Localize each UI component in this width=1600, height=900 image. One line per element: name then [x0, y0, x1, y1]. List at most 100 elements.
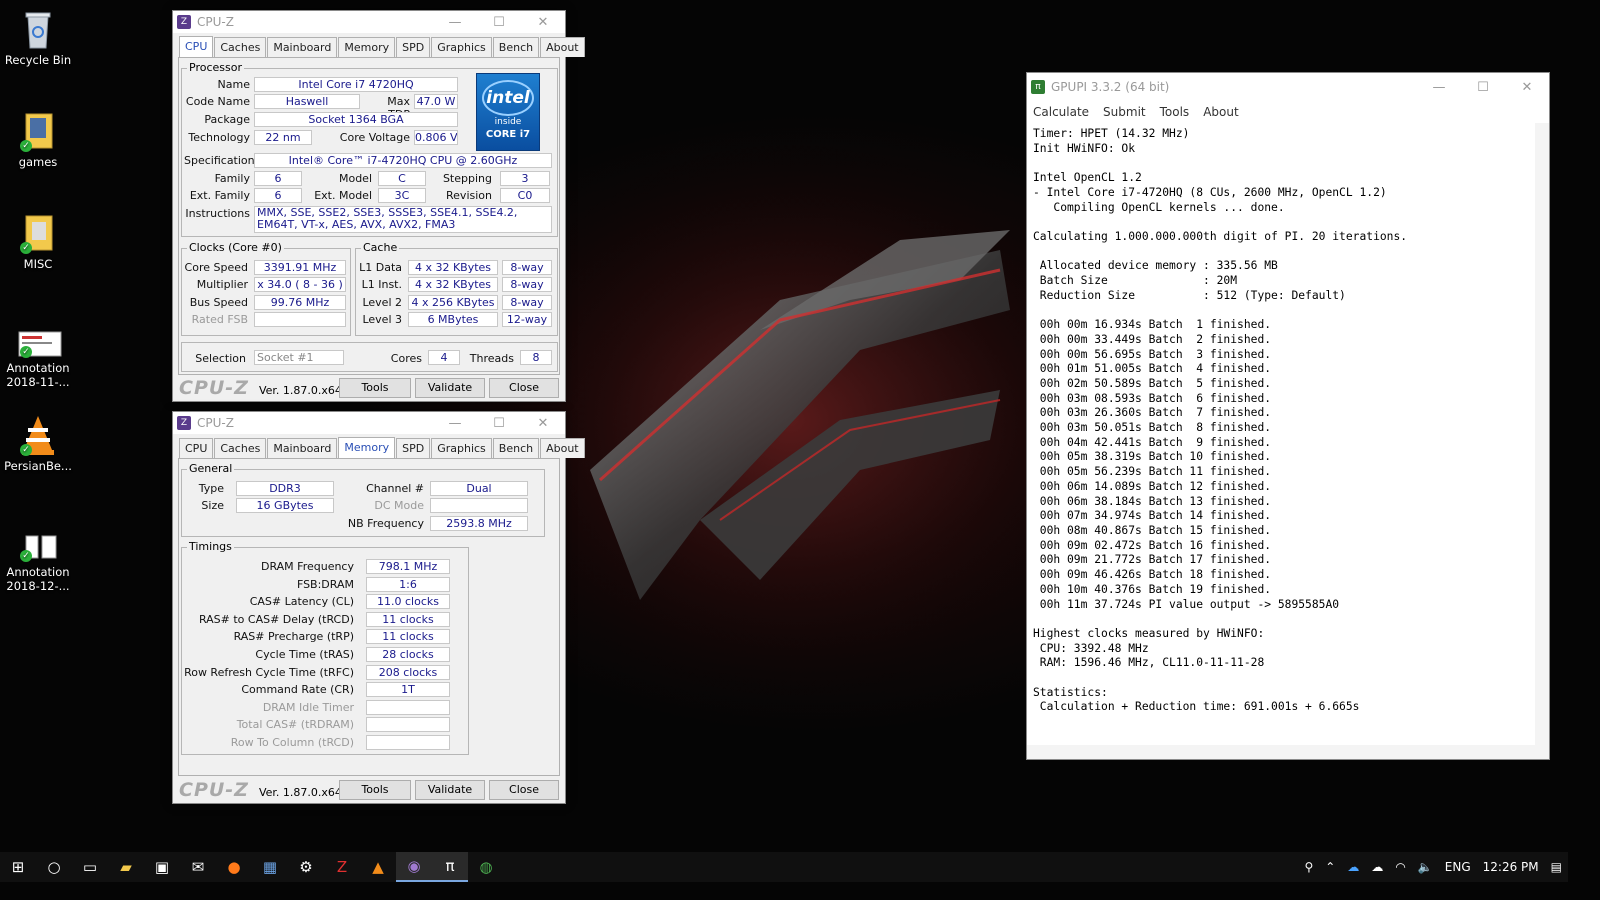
timing-value [366, 717, 450, 733]
firefox-icon[interactable]: ● [216, 852, 252, 882]
vertical-scrollbar[interactable] [1535, 123, 1549, 745]
specification-value: Intel® Core™ i7-4720HQ CPU @ 2.60GHz [254, 153, 552, 168]
system-tray: ⚲ ⌃ ☁ ☁ ◠ 🔈 ENG 12:26 PM ▤ [1299, 860, 1569, 874]
threads-value: 8 [520, 350, 552, 365]
task-view-icon[interactable]: ▭ [72, 852, 108, 882]
notifications-icon[interactable]: ▤ [1551, 860, 1562, 874]
timings-group: Timings DRAM Frequency 798.1 MHz FSB:DRAM 1… [181, 540, 469, 755]
max-tdp-value: 47.0 W [414, 94, 458, 109]
tab-mainboard[interactable]: Mainboard [267, 37, 338, 57]
timing-label: Cycle Time (tRAS) [255, 648, 354, 661]
chevron-up-icon[interactable]: ⌃ [1325, 860, 1335, 874]
close-button[interactable]: Close [489, 780, 559, 800]
taskbar: ⊞ ○ ▭ ▰ ▣ ✉ ● ▦ ⚙ Z ▲ ◉ π ◍ ⚲ ⌃ ☁ ☁ ◠ 🔈 … [0, 852, 1568, 882]
log-line: 00h 09m 02.472s Batch 16 finished. [1033, 538, 1272, 552]
timing-value: 1T [366, 682, 450, 698]
wifi-icon[interactable]: ◠ [1395, 860, 1405, 874]
log-line: 00h 10m 40.376s Batch 19 finished. [1033, 582, 1272, 596]
language-indicator[interactable]: ENG [1445, 860, 1471, 874]
vlc-icon[interactable]: ▲ [360, 852, 396, 882]
cpuz-app-icon: Z [177, 416, 191, 430]
timing-label: Command Rate (CR) [241, 683, 354, 697]
file-explorer-icon[interactable]: ▰ [108, 852, 144, 882]
cpuz-titlebar[interactable]: Z CPU-Z — ☐ ✕ [173, 412, 565, 434]
cpuz-titlebar[interactable]: Z CPU-Z — ☐ ✕ [173, 11, 565, 33]
tab-about[interactable]: About [540, 37, 585, 57]
menu-submit[interactable]: Submit [1103, 105, 1146, 119]
desktop-icon-annotation-1[interactable]: ✓ Annotation 2018-11-... [4, 328, 72, 389]
image-file-icon: ✓ [18, 328, 62, 358]
close-window-button[interactable]: ✕ [521, 15, 565, 30]
tab-memory[interactable]: Memory [338, 437, 396, 458]
tab-about[interactable]: About [540, 438, 585, 458]
clock[interactable]: 12:26 PM [1483, 860, 1539, 874]
tab-cpu[interactable]: CPU [179, 36, 214, 57]
desktop-icon-misc[interactable]: ✓ MISC [4, 212, 72, 271]
maximize-button[interactable]: ☐ [477, 15, 521, 30]
log-line: 00h 06m 14.089s Batch 12 finished. [1033, 479, 1272, 493]
close-button[interactable]: Close [489, 378, 559, 398]
validate-button[interactable]: Validate [415, 780, 485, 800]
gpupi-icon[interactable]: π [432, 852, 468, 882]
log-line: Calculation + Reduction time: 691.001s +… [1033, 700, 1360, 714]
tool-icon[interactable]: ⚙ [288, 852, 324, 882]
search-icon[interactable]: ○ [36, 852, 72, 882]
tab-spd[interactable]: SPD [396, 37, 431, 57]
people-icon[interactable]: ⚲ [1305, 860, 1314, 874]
cloud-icon[interactable]: ☁ [1371, 860, 1383, 874]
maximize-button[interactable]: ☐ [1461, 80, 1505, 95]
menu-about[interactable]: About [1203, 105, 1238, 119]
gpupi-log-output: Timer: HPET (14.32 MHz) Init HWiNFO: Ok … [1033, 127, 1533, 715]
rated-fsb-value [254, 312, 346, 327]
close-window-button[interactable]: ✕ [1505, 80, 1549, 95]
minimize-button[interactable]: — [433, 15, 477, 30]
tab-caches[interactable]: Caches [214, 37, 267, 57]
gpupi-titlebar[interactable]: π GPUPI 3.3.2 (64 bit) — ☐ ✕ [1027, 73, 1549, 101]
bus-speed-value: 99.76 MHz [254, 295, 346, 310]
close-window-button[interactable]: ✕ [521, 416, 565, 431]
filezilla-icon[interactable]: Z [324, 852, 360, 882]
timing-label: DRAM Frequency [260, 560, 354, 573]
timing-value: 28 clocks [366, 647, 450, 662]
cpuz-icon[interactable]: ◉ [396, 852, 432, 882]
tab-bench[interactable]: Bench [492, 37, 540, 57]
chrome-icon[interactable]: ◍ [468, 852, 504, 882]
desktop-icon-persianbe[interactable]: ✓ PersianBe... [4, 414, 72, 473]
tab-graphics[interactable]: Graphics [431, 37, 492, 57]
log-line: 00h 04m 42.441s Batch 9 finished. [1033, 435, 1272, 449]
timing-value: 1:6 [366, 576, 450, 592]
tools-button[interactable]: Tools [339, 378, 411, 398]
store-icon[interactable]: ▣ [144, 852, 180, 882]
minimize-button[interactable]: — [433, 416, 477, 431]
onedrive-icon[interactable]: ☁ [1347, 860, 1359, 874]
tab-spd[interactable]: SPD [396, 438, 431, 458]
log-line: Reduction Size : 512 (Type: Default) [1033, 288, 1346, 302]
start-icon[interactable]: ⊞ [0, 852, 36, 882]
desktop-icon-recycle-bin[interactable]: Recycle Bin [4, 8, 72, 67]
gpupi-app-icon: π [1031, 80, 1045, 94]
log-line: 00h 03m 26.360s Batch 7 finished. [1033, 406, 1272, 420]
maximize-button[interactable]: ☐ [477, 416, 521, 431]
minimize-button[interactable]: — [1417, 80, 1461, 95]
tab-graphics[interactable]: Graphics [431, 438, 492, 458]
socket-select[interactable]: Socket #1 [254, 350, 344, 365]
timing-label: FSB:DRAM [296, 577, 354, 591]
mail-icon[interactable]: ✉ [180, 852, 216, 882]
desktop-icon-annotation-2[interactable]: ✓ Annotation 2018-12-... [4, 532, 72, 593]
nb-frequency-value: 2593.8 MHz [430, 516, 528, 531]
log-line: RAM: 1596.46 MHz, CL11.0-11-11-28 [1033, 656, 1265, 670]
tab-mainboard[interactable]: Mainboard [267, 438, 338, 458]
desktop-icon-games[interactable]: ✓ games [4, 110, 72, 169]
tab-bench[interactable]: Bench [492, 438, 540, 458]
menu-tools[interactable]: Tools [1160, 105, 1190, 119]
validate-button[interactable]: Validate [415, 378, 485, 398]
hwinfo-icon[interactable]: ▦ [252, 852, 288, 882]
tab-memory[interactable]: Memory [338, 37, 396, 57]
tab-caches[interactable]: Caches [214, 438, 267, 458]
tools-button[interactable]: Tools [339, 780, 411, 800]
tab-cpu[interactable]: CPU [179, 438, 214, 458]
menu-calculate[interactable]: Calculate [1033, 105, 1089, 119]
volume-icon[interactable]: 🔈 [1418, 860, 1433, 874]
ext-model-value: 3C [378, 188, 426, 203]
horizontal-scrollbar[interactable] [1027, 745, 1549, 759]
